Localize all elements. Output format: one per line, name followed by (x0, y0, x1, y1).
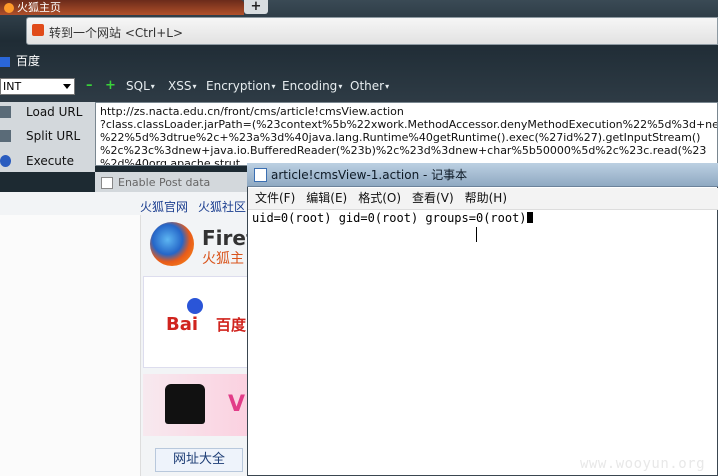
select-value: INT (3, 80, 22, 93)
site-icon (32, 24, 44, 36)
post-data-checkbox[interactable] (101, 177, 113, 189)
chevron-down-icon (63, 84, 71, 89)
baidu-logo-text: Bai (166, 314, 199, 335)
firefox-icon (4, 3, 14, 13)
menu-other[interactable]: Other▾ (350, 79, 389, 93)
post-data-label: Enable Post data (118, 176, 211, 189)
load-url-button[interactable]: Load URL (0, 102, 95, 124)
load-url-icon (0, 106, 11, 118)
watermark: www.wooyun.org (580, 456, 706, 472)
firefox-logo-icon (150, 222, 194, 266)
increase-button[interactable]: + (105, 78, 116, 93)
baidu-logo-suffix: 百度 (216, 316, 247, 334)
execute-button[interactable]: Execute (0, 151, 95, 173)
nav-link-firefox[interactable]: 火狐官网 (140, 200, 188, 214)
split-url-button[interactable]: Split URL (0, 126, 95, 148)
baidu-icon (0, 56, 10, 67)
menu-encryption-label: Encryption (206, 79, 271, 93)
menu-edit[interactable]: 编辑(E) (306, 191, 347, 205)
load-url-label: Load URL (26, 105, 83, 119)
notepad-text-area[interactable]: uid=0(root) gid=0(root) groups=0(root) (252, 211, 533, 225)
menu-sql[interactable]: SQL▾ (126, 79, 155, 93)
url-line: http://zs.nacta.edu.cn/front/cms/article… (100, 105, 404, 118)
url-bar[interactable]: 转到一个网站 <Ctrl+L> (26, 17, 718, 45)
ibeam-cursor-icon (476, 227, 477, 242)
url-line: ?class.classLoader.jarPath=(%23context%5… (100, 118, 718, 131)
top-nav: 火狐官网 火狐社区 (140, 198, 256, 215)
bookmark-baidu[interactable]: 百度 (0, 52, 40, 69)
menu-encoding-label: Encoding (282, 79, 338, 93)
left-frame (0, 215, 141, 476)
notepad-titlebar[interactable]: article!cmsView-1.action - 记事本 (247, 163, 718, 187)
split-url-label: Split URL (26, 129, 81, 143)
menu-file[interactable]: 文件(F) (255, 191, 295, 205)
menu-format[interactable]: 格式(O) (358, 191, 401, 205)
ad-letter: V (228, 392, 246, 417)
firefox-subtitle: 火狐主 (202, 251, 244, 267)
hackbar-url-textarea[interactable]: http://zs.nacta.edu.cn/front/cms/article… (95, 102, 718, 166)
post-data-toggle[interactable]: Enable Post data (95, 172, 255, 192)
menu-encoding[interactable]: Encoding▾ (282, 79, 342, 93)
handbag-image (165, 384, 205, 424)
url-line: %22%5d%3dtrue%2c+%23a%3d%40java.lang.Run… (100, 131, 701, 144)
notepad-menubar: 文件(F) 编辑(E) 格式(O) 查看(V) 帮助(H) (248, 188, 718, 210)
split-url-icon (0, 130, 11, 142)
nav-link-community[interactable]: 火狐社区 (198, 200, 246, 214)
menu-help[interactable]: 帮助(H) (465, 191, 507, 205)
tab-title: 火狐主页 (17, 1, 61, 14)
menu-sql-label: SQL (126, 79, 150, 93)
menu-xss-label: XSS (168, 79, 192, 93)
decrease-button[interactable]: – (86, 78, 93, 93)
url-placeholder: 转到一个网站 <Ctrl+L> (49, 26, 184, 40)
bookmark-label: 百度 (16, 54, 41, 68)
text-cursor (526, 212, 533, 223)
site-directory-button[interactable]: 网址大全 (155, 448, 243, 472)
tab-home[interactable]: 火狐主页 (0, 0, 244, 15)
execute-icon (0, 155, 11, 167)
menu-xss[interactable]: XSS▾ (168, 79, 196, 93)
new-tab-button[interactable]: + (244, 0, 268, 14)
menu-other-label: Other (350, 79, 385, 93)
notepad-icon (254, 168, 267, 182)
execute-label: Execute (26, 154, 74, 168)
url-line: %2c%23c%3dnew+java.io.BufferedReader(%23… (100, 144, 707, 157)
menu-encryption[interactable]: Encryption▾ (206, 79, 275, 93)
menu-view[interactable]: 查看(V) (412, 191, 454, 205)
baidu-paw-icon (187, 298, 203, 314)
hackbar-type-select[interactable]: INT (0, 78, 75, 95)
notepad-content: uid=0(root) gid=0(root) groups=0(root) (252, 211, 527, 225)
baidu-logo: Bai 百度 (166, 314, 246, 335)
